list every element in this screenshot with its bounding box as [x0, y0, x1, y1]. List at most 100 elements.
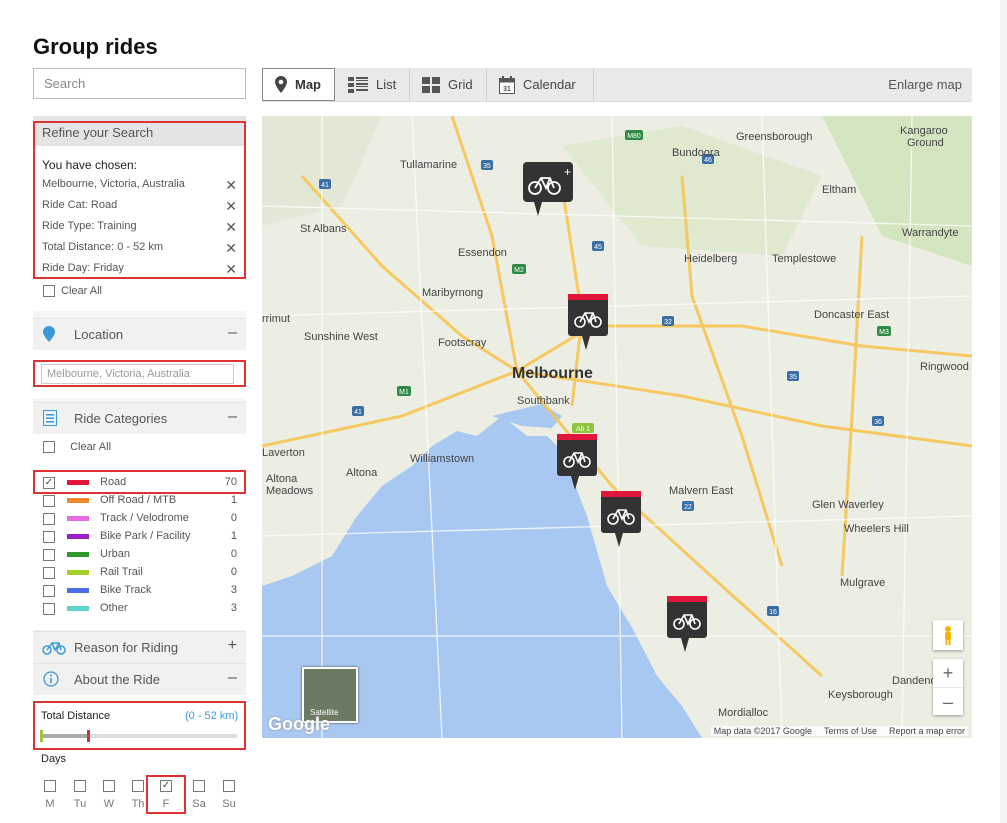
category-count: 1	[230, 494, 237, 506]
place-label: Greensborough	[736, 131, 812, 143]
map-pin-icon	[275, 76, 287, 93]
category-checkbox[interactable]	[43, 549, 55, 561]
category-checkbox[interactable]	[43, 585, 55, 597]
svg-text:M1: M1	[399, 389, 409, 396]
category-count: 3	[230, 584, 237, 596]
category-name: Other	[100, 602, 128, 614]
category-color-swatch	[67, 570, 89, 575]
category-name: Track / Velodrome	[100, 512, 189, 524]
day-label: W	[103, 798, 115, 810]
tab-grid[interactable]: Grid	[410, 68, 487, 101]
tab-list[interactable]: List	[336, 68, 410, 101]
day-checkbox[interactable]	[103, 780, 115, 792]
category-row[interactable]: Bike Park / Facility 1	[43, 530, 241, 544]
location-pin-icon	[43, 326, 55, 342]
report-error-link[interactable]: Report a map error	[889, 726, 965, 736]
day-option[interactable]: Th	[128, 780, 148, 810]
zoom-in-button[interactable]: +	[933, 659, 963, 688]
day-option[interactable]: Su	[219, 780, 239, 810]
svg-text:32: 32	[664, 319, 672, 326]
place-label: Ringwood	[920, 361, 969, 373]
reason-heading: Reason for Riding	[74, 640, 179, 655]
category-count: 3	[230, 602, 237, 614]
day-checkbox[interactable]	[132, 780, 144, 792]
map-graphic: 35 41 46 45 32 35 36 22 16 41 M3 M1 M2 M…	[262, 116, 972, 738]
location-section-header[interactable]: Location –	[33, 318, 246, 350]
category-name: Bike Park / Facility	[100, 530, 191, 542]
clear-categories[interactable]: Clear All	[43, 441, 111, 454]
collapse-icon[interactable]: –	[228, 408, 237, 426]
place-label: Altona	[266, 473, 298, 485]
svg-text:M80: M80	[627, 133, 641, 140]
day-checkbox[interactable]	[74, 780, 86, 792]
place-label: Maribyrnong	[422, 287, 483, 299]
zoom-out-button[interactable]: –	[933, 688, 963, 716]
place-label: Footscray	[438, 337, 487, 349]
highlight-box	[33, 360, 246, 387]
map-data-text: Map data ©2017 Google	[713, 726, 812, 736]
svg-text:22: 22	[684, 504, 692, 511]
highlight-box	[33, 121, 246, 279]
place-label: Altona	[346, 467, 378, 479]
map-canvas[interactable]: 35 41 46 45 32 35 36 22 16 41 M3 M1 M2 M…	[262, 116, 972, 738]
category-row[interactable]: Bike Track 3	[43, 584, 241, 598]
day-checkbox[interactable]	[193, 780, 205, 792]
days-label: Days	[41, 753, 67, 765]
place-label: Essendon	[458, 247, 507, 259]
category-row[interactable]: Other 3	[43, 602, 241, 616]
clear-categories-checkbox[interactable]	[43, 441, 55, 454]
svg-text:M2: M2	[514, 267, 524, 274]
category-count: 1	[230, 530, 237, 542]
category-color-swatch	[67, 588, 89, 593]
about-heading: About the Ride	[74, 672, 161, 687]
calendar-icon: 31	[499, 75, 515, 94]
list-icon	[43, 410, 57, 426]
category-row[interactable]: Track / Velodrome 0	[43, 512, 241, 526]
categories-section-header[interactable]: Ride Categories –	[33, 402, 246, 434]
day-option[interactable]: Sa	[189, 780, 209, 810]
category-color-swatch	[67, 552, 89, 557]
place-label: rrimut	[262, 313, 290, 325]
clear-all-checkbox[interactable]	[43, 285, 55, 298]
svg-text:16: 16	[769, 609, 777, 616]
day-checkbox[interactable]	[223, 780, 235, 792]
svg-text:31: 31	[503, 86, 511, 93]
clear-all-filters[interactable]: Clear All	[43, 285, 102, 298]
svg-text:41: 41	[354, 409, 362, 416]
day-option[interactable]: W	[99, 780, 119, 810]
category-checkbox[interactable]	[43, 603, 55, 615]
expand-icon[interactable]: +	[228, 637, 237, 655]
place-label: Meadows	[266, 485, 314, 497]
about-section-header[interactable]: About the Ride –	[33, 663, 246, 695]
view-toolbar: Map List Grid 31 Calendar Enlarge map	[262, 68, 972, 102]
place-label: St Albans	[300, 223, 347, 235]
day-option[interactable]: M	[40, 780, 60, 810]
terms-link[interactable]: Terms of Use	[824, 726, 877, 736]
tab-calendar-label: Calendar	[523, 77, 576, 92]
tab-calendar[interactable]: 31 Calendar	[487, 68, 594, 101]
svg-text:+: +	[564, 165, 571, 179]
svg-text:36: 36	[874, 419, 882, 426]
reason-section-header[interactable]: Reason for Riding +	[33, 631, 246, 663]
page-title: Group rides	[33, 34, 158, 59]
category-checkbox[interactable]	[43, 513, 55, 525]
category-checkbox[interactable]	[43, 531, 55, 543]
category-color-swatch	[67, 534, 89, 539]
category-row[interactable]: Urban 0	[43, 548, 241, 562]
day-checkbox[interactable]	[44, 780, 56, 792]
category-row[interactable]: Off Road / MTB 1	[43, 494, 241, 508]
day-option[interactable]: Tu	[70, 780, 90, 810]
svg-text:35: 35	[483, 163, 491, 170]
category-checkbox[interactable]	[43, 567, 55, 579]
collapse-icon[interactable]: –	[228, 669, 237, 687]
svg-text:45: 45	[594, 244, 602, 251]
category-name: Off Road / MTB	[100, 494, 177, 506]
tab-map[interactable]: Map	[262, 68, 335, 101]
category-row[interactable]: Rail Trail 0	[43, 566, 241, 580]
collapse-icon[interactable]: –	[228, 324, 237, 342]
category-checkbox[interactable]	[43, 495, 55, 507]
search-input[interactable]	[33, 68, 246, 99]
enlarge-map-link[interactable]: Enlarge map	[888, 68, 962, 101]
pegman-icon[interactable]	[933, 620, 963, 650]
place-label: Keysborough	[828, 689, 893, 701]
